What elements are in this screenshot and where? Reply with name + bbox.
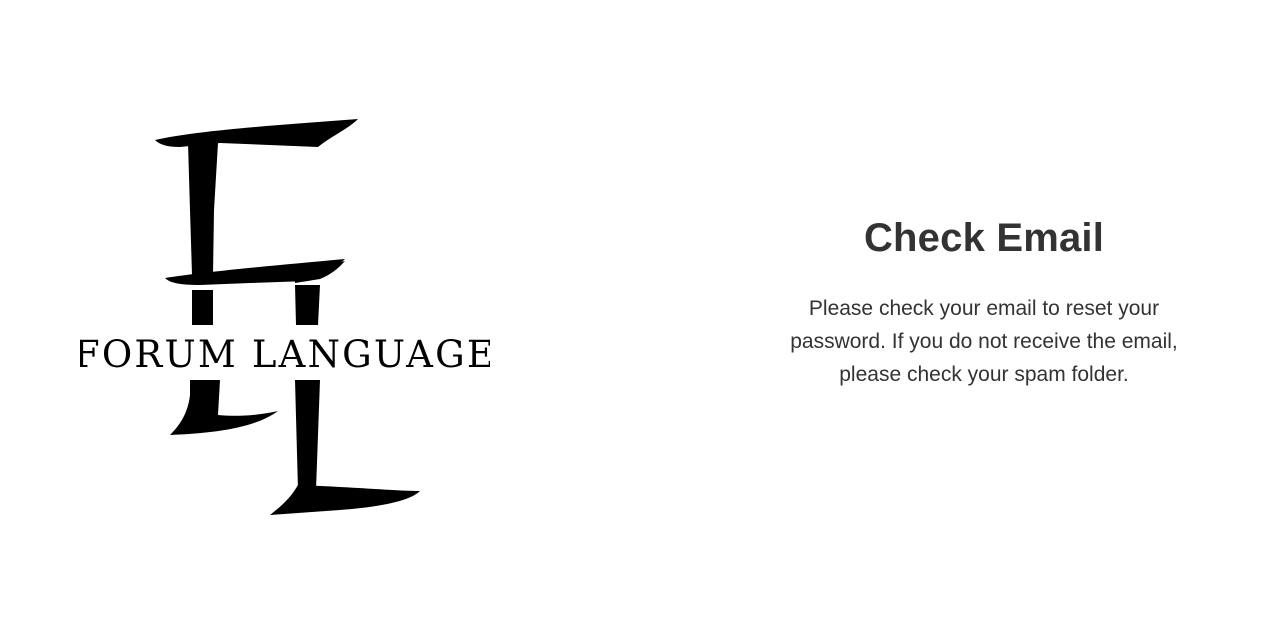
instruction-text: Please check your email to reset your pa… xyxy=(790,297,1178,386)
logo-text: FORUM LANGUAGE xyxy=(80,333,490,376)
check-email-page: FORUM LANGUAGE Check Email Please check … xyxy=(0,0,1278,633)
forum-language-logo: FORUM LANGUAGE xyxy=(80,115,490,520)
check-email-message: Check Email Please check your email to r… xyxy=(770,212,1198,391)
page-title: Check Email xyxy=(863,216,1105,260)
logo-monogram-icon: FORUM LANGUAGE xyxy=(80,119,490,515)
